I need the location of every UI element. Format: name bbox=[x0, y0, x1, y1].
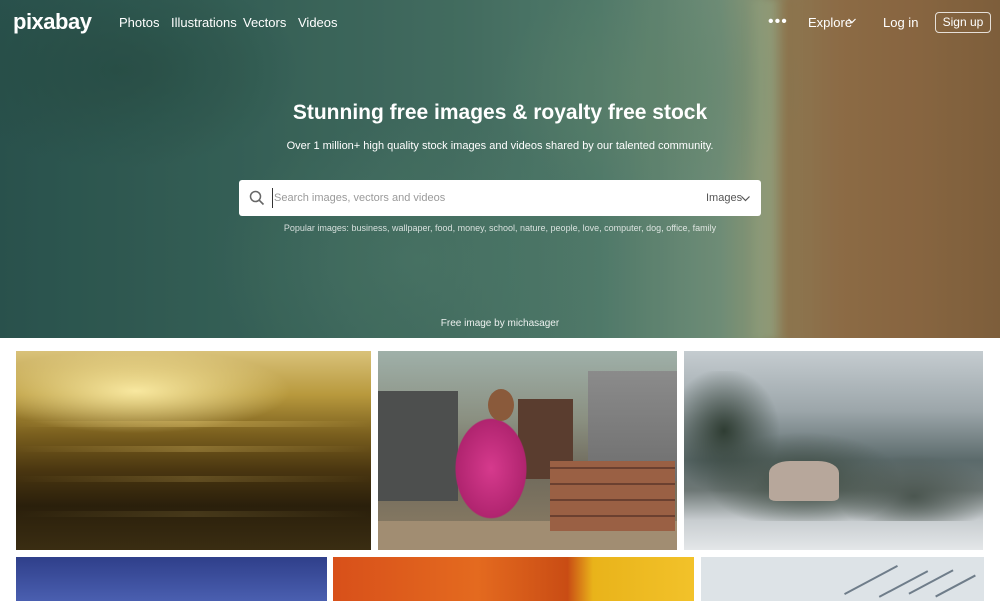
popular-term-link[interactable]: computer bbox=[604, 223, 641, 233]
popular-term-link[interactable]: nature bbox=[520, 223, 546, 233]
login-link[interactable]: Log in bbox=[883, 15, 918, 30]
wave-highlight bbox=[16, 446, 371, 452]
photo-streak bbox=[935, 574, 976, 598]
photo-streak bbox=[878, 570, 929, 598]
explore-menu[interactable]: Explore bbox=[808, 15, 852, 30]
photo-bricks bbox=[550, 461, 675, 531]
nav-link-vectors[interactable]: Vectors bbox=[243, 15, 286, 30]
hero-overlay bbox=[0, 0, 1000, 338]
pixabay-logo[interactable]: pixabay bbox=[13, 9, 92, 35]
popular-term-link[interactable]: people bbox=[551, 223, 578, 233]
popular-term-link[interactable]: love bbox=[583, 223, 600, 233]
popular-term-link[interactable]: family bbox=[693, 223, 717, 233]
wave-highlight bbox=[16, 421, 371, 427]
chevron-down-icon bbox=[848, 18, 856, 24]
popular-label: Popular images: bbox=[283, 223, 349, 233]
hero-subtitle: Over 1 million+ high quality stock image… bbox=[286, 140, 714, 152]
popular-term-link[interactable]: business bbox=[351, 223, 387, 233]
popular-term-link[interactable]: money bbox=[458, 223, 484, 233]
search-input[interactable] bbox=[272, 188, 672, 208]
popular-term-link[interactable]: dog bbox=[646, 223, 661, 233]
hero-title: Stunning free images & royalty free stoc… bbox=[292, 101, 708, 124]
wave-highlight bbox=[16, 476, 371, 482]
gallery-photo-streaks[interactable] bbox=[701, 557, 984, 601]
popular-searches: Popular images: business, wallpaper, foo… bbox=[283, 223, 717, 233]
popular-term-link[interactable]: wallpaper bbox=[392, 223, 430, 233]
gallery-photo-coast[interactable] bbox=[684, 351, 983, 550]
image-credit[interactable]: Free image by michasager bbox=[0, 318, 1000, 329]
more-dots-icon[interactable]: ••• bbox=[768, 13, 788, 31]
popular-term-link[interactable]: school bbox=[489, 223, 515, 233]
nav-link-videos[interactable]: Videos bbox=[298, 15, 338, 30]
gallery-photo-waves[interactable] bbox=[16, 351, 371, 550]
nav-link-illustrations[interactable]: Illustrations bbox=[171, 15, 237, 30]
search-type-select[interactable]: Images bbox=[706, 192, 742, 204]
popular-term-link[interactable]: food bbox=[435, 223, 453, 233]
gallery-photo-woman[interactable] bbox=[378, 351, 677, 550]
gallery-photo-fabric[interactable] bbox=[333, 557, 694, 601]
wave-highlight bbox=[16, 511, 371, 517]
top-nav: pixabay Photos Illustrations Vectors Vid… bbox=[0, 0, 1000, 46]
signup-button[interactable]: Sign up bbox=[935, 12, 991, 33]
gallery-photo-sky[interactable] bbox=[16, 557, 327, 601]
popular-term-link[interactable]: office bbox=[666, 223, 687, 233]
photo-rock bbox=[769, 461, 839, 501]
hero-banner: pixabay Photos Illustrations Vectors Vid… bbox=[0, 0, 1000, 338]
search-icon[interactable] bbox=[249, 190, 265, 206]
search-bar: Images bbox=[239, 180, 761, 216]
photo-face bbox=[488, 389, 514, 421]
chevron-down-icon bbox=[741, 196, 750, 202]
nav-link-photos[interactable]: Photos bbox=[119, 15, 159, 30]
